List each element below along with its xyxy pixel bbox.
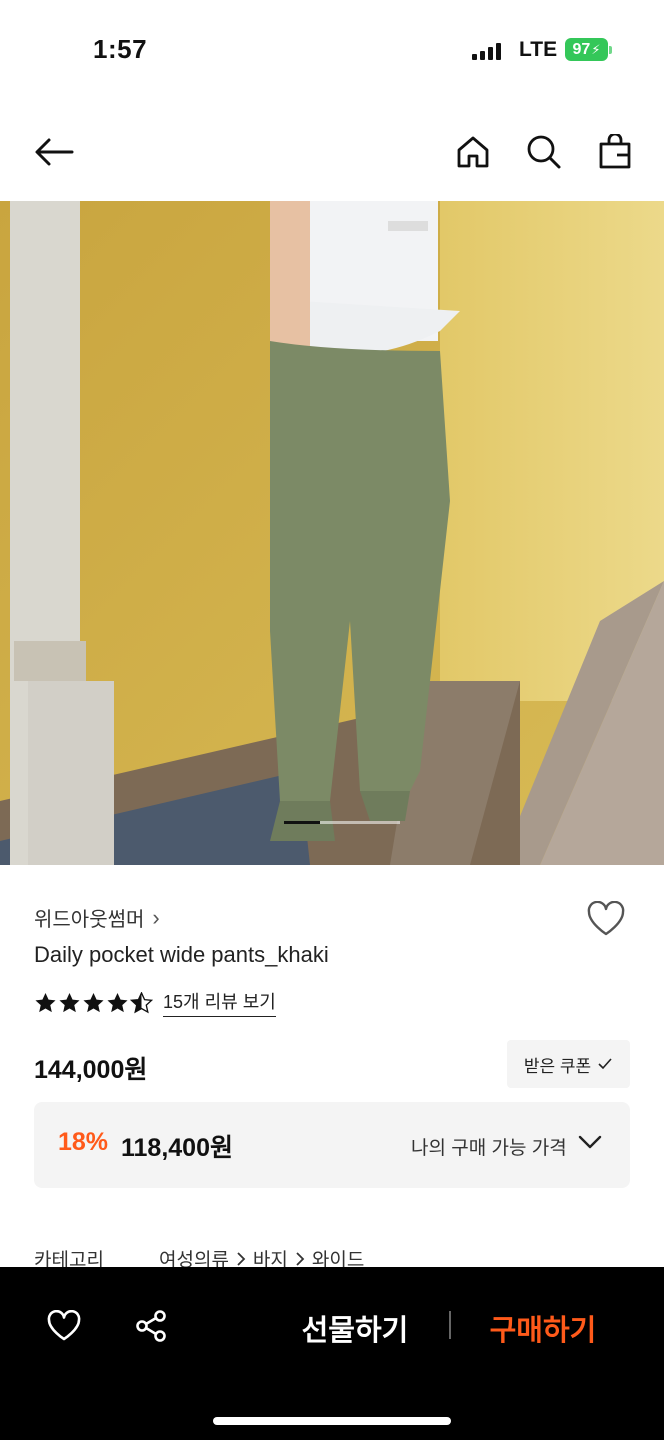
- review-link[interactable]: 15개 리뷰 보기: [163, 988, 276, 1017]
- check-icon: [598, 1058, 612, 1070]
- home-button[interactable]: [451, 130, 495, 174]
- search-icon: [527, 135, 561, 169]
- share-button[interactable]: [129, 1304, 173, 1348]
- home-icon: [457, 136, 489, 168]
- star-icon: [59, 992, 80, 1012]
- home-indicator: [213, 1417, 451, 1425]
- cart-button[interactable]: [593, 130, 637, 174]
- brand-link[interactable]: 위드아웃썸머 ›: [34, 903, 160, 932]
- coupon-label: 받은 쿠폰: [523, 1056, 592, 1076]
- my-price-label: 나의 구매 가능 가격: [411, 1138, 567, 1159]
- signal-icon: [472, 42, 501, 60]
- original-price: 144,000원: [34, 1056, 148, 1084]
- bottom-divider: [449, 1311, 451, 1339]
- discount-price: 118,400원: [121, 1134, 233, 1162]
- heart-icon: [47, 1310, 81, 1341]
- chevron-right-icon: ›: [152, 904, 160, 930]
- arrow-left-icon: [35, 138, 74, 166]
- star-icon: [35, 992, 56, 1012]
- heart-icon: [587, 901, 625, 936]
- star-icon: [107, 992, 128, 1012]
- battery-tip: [609, 46, 612, 54]
- chevron-right-icon: [296, 1251, 305, 1266]
- chevron-down-icon: [578, 1135, 602, 1149]
- coupon-button[interactable]: 받은 쿠폰: [507, 1040, 630, 1088]
- discount-rate: 18%: [58, 1128, 109, 1156]
- bottom-wishlist-button[interactable]: [42, 1304, 86, 1348]
- shopping-bag-icon: [599, 134, 631, 169]
- back-button[interactable]: [32, 130, 76, 174]
- wishlist-button[interactable]: [584, 897, 628, 941]
- bottom-action-bar: 선물하기 구매하기: [0, 1267, 664, 1440]
- gift-button[interactable]: 선물하기: [290, 1307, 420, 1347]
- product-photo: [0, 201, 664, 865]
- nav-bar: [0, 120, 664, 184]
- status-bar: 1:57 LTE 97 ⚡: [0, 0, 664, 100]
- image-pager-fill: [284, 821, 320, 824]
- my-price-box[interactable]: 18% 118,400원 나의 구매 가능 가격: [34, 1102, 630, 1188]
- search-button[interactable]: [522, 130, 566, 174]
- chevron-right-icon: [237, 1251, 246, 1266]
- image-pager: [284, 821, 400, 824]
- product-image[interactable]: [0, 201, 664, 865]
- product-name: Daily pocket wide pants_khaki: [34, 942, 329, 967]
- rating-row: 15개 리뷰 보기: [34, 988, 276, 1017]
- battery-icon: 97 ⚡: [565, 38, 608, 61]
- buy-button[interactable]: 구매하기: [478, 1307, 608, 1347]
- brand-name: 위드아웃썸머: [34, 909, 145, 931]
- battery-level: 97: [572, 40, 591, 58]
- star-rating: [34, 991, 153, 1014]
- star-half-icon: [130, 991, 153, 1013]
- share-icon: [136, 1310, 166, 1342]
- status-time: 1:57: [93, 34, 148, 64]
- star-icon: [83, 992, 104, 1012]
- network-type: LTE: [519, 38, 558, 61]
